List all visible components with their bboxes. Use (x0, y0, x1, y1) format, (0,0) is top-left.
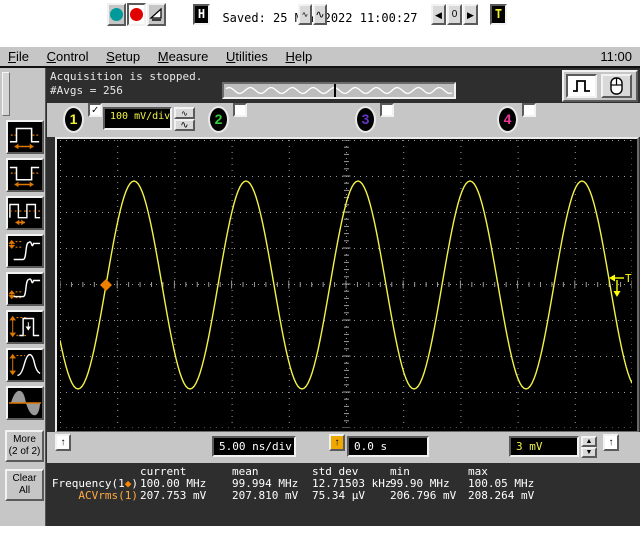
more-page: (2 of 2) (7, 446, 42, 458)
channel-1-button[interactable]: 1 (63, 106, 84, 133)
measure-risetime-button[interactable] (6, 234, 44, 268)
measure-period-button[interactable] (6, 196, 44, 230)
pulse-width-positive-icon (8, 122, 42, 152)
menu-file[interactable]: File (8, 49, 29, 64)
measure-falltime-button[interactable] (6, 272, 44, 306)
hscale-compress-button[interactable]: ∿ (298, 4, 312, 25)
channel-1-scale-field[interactable]: 100 mV/div (103, 107, 172, 130)
run-button[interactable] (107, 3, 126, 26)
menu-setup[interactable]: Setup (106, 49, 140, 64)
period-icon (8, 198, 42, 228)
menu-bar: File Control Setup Measure Utilities Hel… (0, 47, 640, 68)
meas-acvrms-max: 208.264 mV (468, 490, 534, 502)
menu-control[interactable]: Control (47, 49, 89, 64)
horizontal-scale-field[interactable]: 5.00 ns/div (212, 436, 296, 457)
acquisition-memory-bar[interactable] (222, 82, 456, 99)
horizontal-badge: H (193, 4, 210, 25)
meas-acvrms-min: 206.796 mV (390, 490, 456, 502)
channel-1-number: 1 (70, 111, 78, 127)
stop-button[interactable] (127, 3, 146, 26)
clear-all-button[interactable]: Clear All (5, 469, 44, 501)
memory-bar-wave-icon (224, 84, 454, 97)
pan-right-button[interactable]: ▶ (463, 4, 478, 25)
trigger-position-button[interactable]: ↑ (329, 434, 345, 451)
clock: 11:00 (600, 49, 632, 64)
channel-3-on-checkbox[interactable] (380, 103, 394, 117)
memory-cursor[interactable] (334, 84, 336, 97)
channel-1-scale-up-button[interactable]: ∿ (174, 107, 195, 119)
touch-button[interactable] (147, 3, 166, 26)
memory-wave-path (226, 88, 452, 94)
channel-2-button[interactable]: 2 (208, 106, 229, 133)
oscilloscope-screen: Saved: 25 MAY 2022 11:00:27 File Control… (0, 0, 640, 544)
meas-acvrms-stddev: 75.34 µV (312, 490, 365, 502)
fall-time-icon (8, 274, 42, 304)
measure-nwidth-button[interactable] (6, 158, 44, 192)
channel-4-button[interactable]: 4 (497, 106, 518, 133)
measure-vamplitude-button[interactable] (6, 310, 44, 344)
acquisition-status: Acquisition is stopped. (50, 70, 202, 83)
channel-3-button[interactable]: 3 (355, 106, 376, 133)
trigger-badge: T (490, 4, 507, 25)
expand-left-button[interactable]: ↑ (55, 434, 71, 451)
top-right-button-panel (562, 70, 638, 102)
more-button[interactable]: More (2 of 2) (5, 430, 44, 462)
menu-measure[interactable]: Measure (158, 49, 209, 64)
channel-1-on-checkbox[interactable]: ✓ (88, 103, 102, 117)
pan-left-button[interactable]: ◀ (431, 4, 446, 25)
scope-graticule: T (60, 140, 632, 428)
mouse-pointer-icon (603, 76, 630, 96)
pulse-width-negative-icon (8, 160, 42, 190)
measure-pwidth-button[interactable] (6, 120, 44, 154)
menu-help[interactable]: Help (286, 49, 313, 64)
trigger-level-down-button[interactable]: ▼ (581, 447, 597, 458)
pulse-mode-button[interactable] (566, 74, 597, 98)
bottom-margin (0, 526, 640, 544)
trigger-level-field[interactable]: 3 mV (509, 436, 579, 457)
touch-pointer-icon (149, 5, 164, 24)
channel-2-number: 2 (215, 111, 223, 127)
channel-2-on-checkbox[interactable] (233, 103, 247, 117)
meas-acvrms-mean: 207.810 mV (232, 490, 298, 502)
clear-label2: All (7, 485, 42, 497)
menu-utilities[interactable]: Utilities (226, 49, 268, 64)
trigger-point-diamond[interactable] (100, 279, 112, 291)
sidebar-grip (2, 72, 10, 116)
hscale-expand-button[interactable]: ∿ (313, 4, 327, 25)
rise-time-icon (8, 236, 42, 266)
svg-text:T: T (625, 272, 632, 285)
ac-vrms-icon (8, 388, 42, 418)
pulse-mode-icon (568, 76, 595, 96)
trigger-level-up-button[interactable]: ▲ (581, 436, 597, 447)
zero-delay-button[interactable]: 0 (447, 4, 462, 25)
measure-acvrms-button[interactable] (6, 386, 44, 420)
clear-label: Clear (7, 473, 42, 485)
expand-right-button[interactable]: ↑ (603, 434, 619, 451)
v-peak-peak-icon (8, 350, 42, 380)
meas-row-acvrms-label: ACVrms(1) (40, 490, 138, 502)
scope-grid (60, 140, 632, 428)
averages-count: #Avgs = 256 (50, 84, 123, 97)
more-label: More (7, 434, 42, 446)
channel-3-number: 3 (362, 111, 370, 127)
mouse-button[interactable] (601, 74, 632, 98)
channel-4-number: 4 (504, 111, 512, 127)
measure-vpp-button[interactable] (6, 348, 44, 382)
channel-1-scale-down-button[interactable]: ∿ (174, 119, 195, 131)
meas-acvrms-current: 207.753 mV (140, 490, 206, 502)
v-amplitude-icon (8, 312, 42, 342)
channel-4-on-checkbox[interactable] (522, 103, 536, 117)
horizontal-position-field[interactable]: 0.0 s (347, 436, 429, 457)
